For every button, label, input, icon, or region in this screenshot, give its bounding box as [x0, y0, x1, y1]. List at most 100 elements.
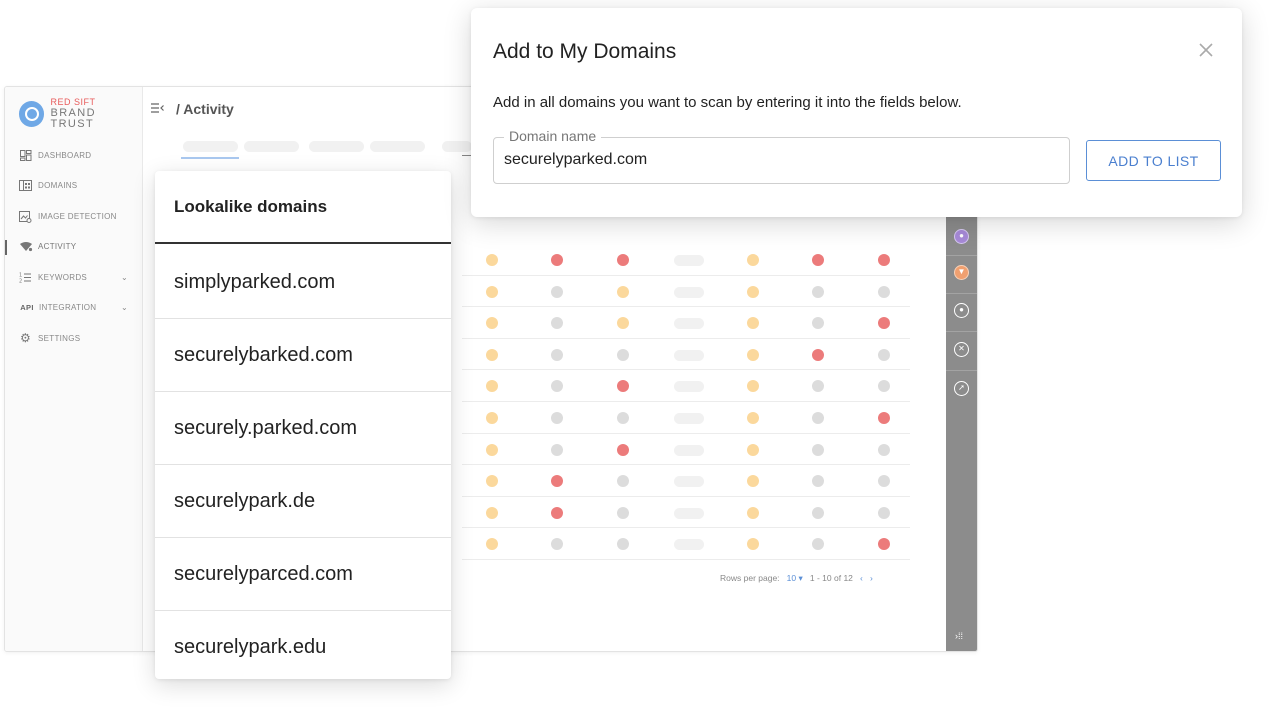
email-count-placeholder — [674, 476, 704, 488]
page-total: 12 — [843, 573, 853, 583]
status-dot — [486, 348, 498, 361]
status-dot — [486, 443, 498, 456]
close-icon[interactable] — [1196, 40, 1216, 60]
table-row[interactable] — [462, 497, 910, 529]
page-range: 1 - 10 — [809, 573, 832, 583]
rows-per-page-value: 10 — [786, 573, 797, 583]
brand-logo-icon — [19, 100, 45, 127]
email-count-placeholder — [674, 413, 704, 424]
breadcrumb: / Activity — [176, 101, 234, 117]
status-dot — [486, 380, 498, 393]
status-dot — [551, 538, 563, 551]
add-to-list-button[interactable]: ADD TO LIST — [1086, 140, 1221, 181]
table-row[interactable] — [462, 370, 910, 402]
lookalike-domain-item[interactable]: simplyparked.com — [155, 246, 451, 319]
brand-logo[interactable]: RED SIFT BRAND TRUST — [19, 97, 142, 130]
sidebar-item-label: SETTINGS — [38, 333, 81, 343]
api-icon: API — [20, 303, 34, 313]
expand-rail-icon[interactable]: ›⁞⁞ — [955, 631, 963, 641]
status-dot — [486, 475, 498, 488]
table-row[interactable] — [462, 276, 910, 308]
status-dot — [486, 254, 498, 266]
collapse-menu-icon[interactable] — [151, 102, 164, 116]
status-dot — [617, 475, 629, 488]
status-dot — [747, 475, 759, 488]
sidebar-item-label: IMAGE DETECTION — [38, 211, 117, 221]
tab-placeholder[interactable] — [244, 141, 299, 152]
sidebar-item-keywords[interactable]: 12 KEYWORDS ⌄ — [5, 262, 142, 293]
table-row[interactable] — [462, 339, 910, 371]
user-icon[interactable]: ● — [954, 303, 969, 318]
domain-name-label: Domain name — [504, 128, 602, 144]
status-dot — [812, 348, 824, 361]
status-dot — [747, 317, 759, 330]
status-dot — [551, 380, 563, 393]
status-dot — [551, 475, 563, 488]
email-count-placeholder — [674, 286, 704, 298]
domain-name-input[interactable] — [504, 148, 1054, 172]
table-row[interactable] — [462, 402, 910, 434]
status-dot — [747, 506, 759, 519]
sidebar-nav: DASHBOARD DOMAINS IMAGE DETECTION ACTIVI… — [5, 140, 142, 354]
table-row[interactable] — [462, 465, 910, 497]
active-tab-indicator — [181, 157, 239, 159]
sidebar: RED SIFT BRAND TRUST DASHBOARD DOMAINS I… — [5, 87, 143, 651]
tab-placeholder[interactable] — [370, 141, 425, 152]
tab-placeholder[interactable] — [309, 141, 364, 152]
sidebar-item-integration[interactable]: API INTEGRATION ⌄ — [5, 293, 142, 324]
status-dot — [486, 412, 498, 424]
lookalike-domain-item[interactable]: securelypark.edu — [155, 611, 451, 679]
status-dot — [747, 443, 759, 456]
status-dot — [551, 348, 563, 361]
status-dot — [812, 538, 824, 551]
status-dot — [551, 506, 563, 519]
lookalike-domain-item[interactable]: securelypark.de — [155, 465, 451, 538]
lookalike-domain-item[interactable]: securelyparced.com — [155, 538, 451, 611]
rows-per-page-select[interactable]: 10 ▾ — [782, 573, 803, 583]
domain-name-field: Domain name — [493, 128, 1070, 184]
chevron-down-icon[interactable]: ⌄ — [121, 303, 128, 312]
purple-app-icon[interactable]: ● — [954, 229, 969, 244]
lookalike-domain-item[interactable]: securely.parked.com — [155, 392, 451, 465]
sidebar-item-label: DASHBOARD — [38, 150, 92, 160]
sidebar-item-activity[interactable]: ACTIVITY — [5, 232, 142, 263]
modal-title: Add to My Domains — [493, 40, 677, 63]
status-dot — [878, 506, 890, 519]
sidebar-item-domains[interactable]: DOMAINS — [5, 171, 142, 202]
email-count-placeholder — [674, 318, 704, 330]
tab-placeholder[interactable] — [183, 141, 238, 152]
sidebar-item-dashboard[interactable]: DASHBOARD — [5, 140, 142, 171]
add-domains-modal: Add to My Domains Add in all domains you… — [471, 8, 1242, 217]
status-dot — [747, 348, 759, 361]
table-row[interactable] — [462, 528, 910, 560]
rocket-icon[interactable]: ➚ — [954, 381, 969, 396]
shield-icon[interactable]: ▼ — [954, 265, 969, 280]
lookalike-domain-item[interactable]: securelybarked.com — [155, 319, 451, 392]
sidebar-item-image-detection[interactable]: IMAGE DETECTION — [5, 201, 142, 232]
pagination: Rows per page: 10 ▾ 1 - 10 of 12 ‹ › — [720, 573, 873, 584]
status-dot — [617, 538, 629, 551]
status-dot — [551, 254, 563, 266]
status-dot — [812, 475, 824, 488]
domains-icon — [19, 180, 32, 192]
status-dot — [812, 285, 824, 298]
email-count-placeholder — [674, 255, 704, 266]
table-row[interactable] — [462, 244, 910, 276]
table-row[interactable] — [462, 434, 910, 466]
status-dot — [812, 506, 824, 519]
screenshot-canvas: RED SIFT BRAND TRUST DASHBOARD DOMAINS I… — [0, 0, 1280, 720]
table-row[interactable] — [462, 307, 910, 339]
status-dot — [486, 317, 498, 330]
next-page-icon[interactable]: › — [870, 573, 873, 583]
image-detection-icon — [19, 210, 32, 223]
sidebar-item-settings[interactable]: ⚙ SETTINGS — [5, 323, 142, 354]
status-dot — [878, 443, 890, 456]
status-dot — [878, 285, 890, 298]
prev-page-icon[interactable]: ‹ — [860, 573, 863, 583]
chevron-down-icon[interactable]: ⌄ — [121, 273, 128, 282]
email-count-placeholder — [674, 507, 704, 519]
tools-icon[interactable]: ✕ — [954, 342, 969, 357]
sidebar-item-label: ACTIVITY — [38, 242, 77, 252]
status-dot — [878, 412, 890, 424]
keywords-icon: 12 — [19, 272, 32, 284]
